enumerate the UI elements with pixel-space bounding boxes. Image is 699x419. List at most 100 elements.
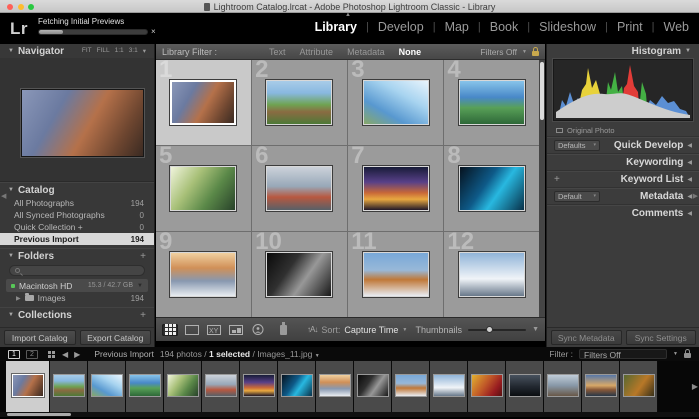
navigator-zoom-dropdown-icon[interactable]: ▾ <box>143 47 146 55</box>
catalog-item-all-photographs[interactable]: All Photographs194 <box>0 197 154 209</box>
filmstrip-photo-misty-ridge-sunrise[interactable] <box>319 374 351 397</box>
filmstrip-cell-16[interactable] <box>582 361 620 412</box>
filmstrip-cell-17[interactable] <box>620 361 658 412</box>
filmstrip-photo-red-gold-figure-art[interactable] <box>471 374 503 397</box>
filter-option-attribute[interactable]: Attribute <box>300 47 334 57</box>
navigator-zoom-1-1[interactable]: 1:1 <box>115 47 124 55</box>
filmstrip-photo-rail-yard-city[interactable] <box>205 374 237 397</box>
filmstrip-photo-autumn-forest-road[interactable] <box>623 374 655 397</box>
grid-cell-11[interactable]: 11 <box>348 232 443 317</box>
section-expand-icon[interactable]: ◀ <box>687 142 692 149</box>
sort-direction-icon[interactable]: ↑A↓ <box>307 325 317 334</box>
grid-cell-3[interactable]: 3 <box>348 60 443 145</box>
histogram-chart[interactable] <box>553 59 693 121</box>
volume-row-macintosh-hd[interactable]: Macintosh HD 15.3 / 42.7 GB ▼ <box>6 279 148 292</box>
grid-cell-5[interactable]: 5 <box>156 146 251 231</box>
navigator-header[interactable]: ▼ Navigator FITFILL1:13:1▾ <box>0 44 154 58</box>
section-expand-icon[interactable]: ◀ <box>687 193 692 200</box>
filmstrip-cell-10[interactable] <box>354 361 392 412</box>
panel-section-keywording[interactable]: Keywording◀ <box>547 153 699 170</box>
section-expand-icon[interactable]: ◀ <box>687 210 692 217</box>
navigator-zoom-fit[interactable]: FIT <box>82 47 92 55</box>
catalog-item-all-synced-photographs[interactable]: All Synced Photographs0 <box>0 209 154 221</box>
secondary-window-button[interactable]: 2 <box>26 350 38 359</box>
histogram-header[interactable]: Histogram ▼ <box>547 44 699 58</box>
grid-cell-4[interactable]: 4 <box>444 60 539 145</box>
filmstrip-cell-1[interactable] <box>6 361 50 412</box>
grid-cell-12[interactable]: 12 <box>444 232 539 317</box>
photo-green-lakeshore[interactable] <box>459 80 525 125</box>
module-tab-map[interactable]: Map <box>445 20 469 34</box>
filmstrip-photo-snow-capped-peaks[interactable] <box>433 374 465 397</box>
catalog-item-previous-import[interactable]: Previous Import194 <box>0 233 154 245</box>
sync-settings-button[interactable]: Sync Settings <box>626 330 697 345</box>
catalog-header[interactable]: ▼ Catalog <box>0 183 154 197</box>
filmstrip-cell-5[interactable] <box>164 361 202 412</box>
import-catalog-button[interactable]: Import Catalog <box>4 330 76 345</box>
add-collection-button[interactable]: + <box>140 310 146 321</box>
photo-bw-portrait[interactable] <box>266 252 332 297</box>
photo-tiger-on-snow[interactable] <box>363 252 429 297</box>
module-tab-develop[interactable]: Develop <box>378 20 424 34</box>
grid-cell-8[interactable]: 8 <box>444 146 539 231</box>
catalog-item-quick-collection[interactable]: Quick Collection +0 <box>0 221 154 233</box>
section-expand-icon[interactable]: ◀ <box>687 159 692 166</box>
filter-option-metadata[interactable]: Metadata <box>347 47 385 57</box>
add-folder-button[interactable]: + <box>140 251 146 262</box>
grid-cell-9[interactable]: 9 <box>156 232 251 317</box>
loupe-view-button[interactable] <box>184 324 200 336</box>
grid-cell-7[interactable]: 7 <box>348 146 443 231</box>
grid-scrollbar-thumb[interactable] <box>540 62 544 120</box>
grid-view-shortcut-icon[interactable] <box>48 351 56 358</box>
photo-blue-abstract-macro[interactable] <box>459 166 525 211</box>
filmstrip-filter-dropdown[interactable]: Filters Off <box>579 349 667 359</box>
filmstrip-cell-7[interactable] <box>240 361 278 412</box>
photo-blossom-branches-sun[interactable] <box>363 80 429 125</box>
grid-cell-10[interactable]: 10 <box>252 232 347 317</box>
module-tab-web[interactable]: Web <box>664 20 689 34</box>
photo-hillside-barn[interactable] <box>266 80 332 125</box>
filmstrip-cell-9[interactable] <box>316 361 354 412</box>
filmstrip-scroll-right-arrow[interactable]: ▶ <box>692 382 698 391</box>
export-catalog-button[interactable]: Export Catalog <box>80 330 152 345</box>
folders-header[interactable]: ▼ Folders + <box>0 249 154 263</box>
filmstrip-photo-blue-abstract-macro[interactable] <box>281 374 313 397</box>
panel-section-metadata[interactable]: Default▾Metadata◀ <box>547 187 699 204</box>
navigator-zoom-fill[interactable]: FILL <box>97 47 110 55</box>
filmstrip-cell-3[interactable] <box>88 361 126 412</box>
filmstrip-status[interactable]: 194 photos / 1 selected / Images_11.jpg … <box>160 349 320 359</box>
filter-lock-icon[interactable] <box>532 51 539 56</box>
filter-folders-input[interactable] <box>9 265 145 276</box>
section-expand-icon[interactable]: ◀ <box>687 176 692 183</box>
sync-metadata-button[interactable]: Sync Metadata <box>551 330 622 345</box>
filmstrip-cell-12[interactable] <box>430 361 468 412</box>
folder-item-images[interactable]: ▶ Images 194 <box>0 292 154 304</box>
filter-preset-dropdown[interactable]: Filters Off <box>480 47 517 57</box>
filmstrip-cell-14[interactable] <box>506 361 544 412</box>
photo-fantasy-warrior-artwork[interactable] <box>170 80 236 125</box>
filmstrip-photo-green-lakeshore[interactable] <box>129 374 161 397</box>
filmstrip-cell-15[interactable] <box>544 361 582 412</box>
filmstrip-scrollbar[interactable] <box>0 412 699 417</box>
filmstrip-cell-11[interactable] <box>392 361 430 412</box>
grid-cell-6[interactable]: 6 <box>252 146 347 231</box>
next-photo-arrow[interactable]: ▶ <box>74 350 80 359</box>
navigator-preview-image[interactable] <box>21 89 144 157</box>
filmstrip-photo-blossom-branches-sun[interactable] <box>91 374 123 397</box>
photo-snow-capped-peaks[interactable] <box>459 252 525 297</box>
painter-spray-can-icon[interactable] <box>280 325 287 335</box>
panel-section-quick-develop[interactable]: Defaults▾Quick Develop◀ <box>547 136 699 153</box>
grid-cell-2[interactable]: 2 <box>252 60 347 145</box>
module-tab-library[interactable]: Library <box>315 20 357 34</box>
filmstrip-photo-lake-sunset-reflection[interactable] <box>585 374 617 397</box>
toolbar-options-chevron[interactable]: ▼ <box>532 326 539 333</box>
filmstrip-cell-8[interactable] <box>278 361 316 412</box>
thumbnail-size-slider-knob[interactable] <box>486 326 493 333</box>
photo-sunlit-park-path[interactable] <box>170 166 236 211</box>
filmstrip-photo-fantasy-warrior-artwork[interactable] <box>12 374 44 397</box>
panel-section-comments[interactable]: Comments◀ <box>547 204 699 221</box>
filmstrip-photo-tiger-on-snow[interactable] <box>395 374 427 397</box>
grid-view-button[interactable] <box>162 324 178 336</box>
thumbnail-size-slider[interactable] <box>468 329 526 331</box>
filmstrip-photo-night-skyline-reflections[interactable] <box>243 374 275 397</box>
